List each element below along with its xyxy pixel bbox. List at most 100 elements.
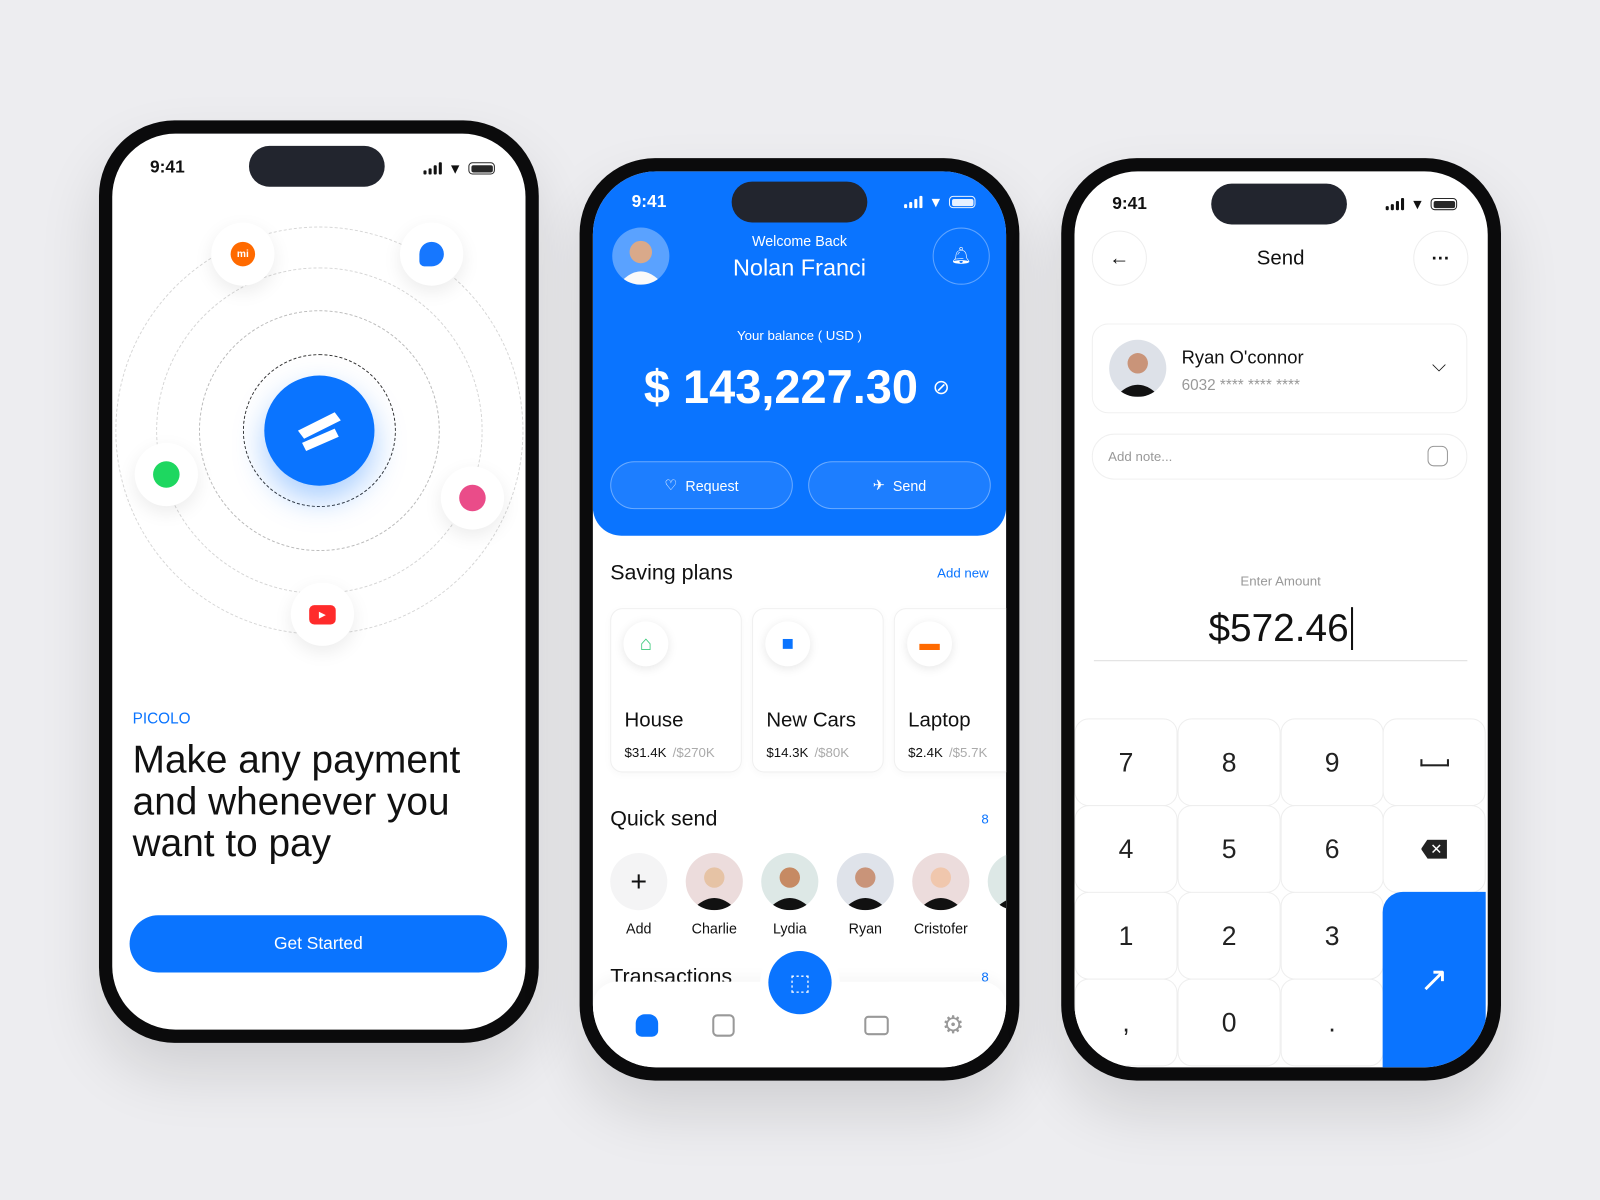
send-button[interactable]: ✈ Send (808, 461, 991, 510)
messenger-icon (399, 222, 464, 286)
nav-stats-icon[interactable] (712, 1014, 735, 1037)
keypad-key[interactable]: 5 (1177, 805, 1281, 893)
saving-plan-card[interactable]: ⌂ House $31.4K /$270K (610, 608, 742, 773)
dynamic-island (1211, 183, 1347, 225)
keypad-key[interactable]: 2 (1177, 891, 1281, 980)
amount-value: $572.46 (1208, 607, 1349, 650)
keypad-key[interactable]: 0 (1177, 978, 1281, 1067)
signal-icon (423, 162, 442, 175)
plan-amount: $2.4K /$5.7K (908, 745, 987, 760)
quick-send-count[interactable]: 8 (981, 811, 988, 826)
note-placeholder: Add note... (1108, 448, 1173, 465)
contact-avatar (761, 853, 819, 911)
add-contact-button[interactable]: + Add (601, 853, 677, 937)
brand-label: PICOLO (132, 710, 191, 728)
keypad-key[interactable]: 3 (1280, 891, 1384, 980)
request-label: Request (685, 477, 739, 494)
nav-settings-gear-icon[interactable]: ⚙ (942, 1011, 964, 1041)
chevron-down-icon: ⌵ (1431, 355, 1446, 376)
balance-amount: $ 143,227.30 (643, 360, 918, 414)
keypad-key[interactable]: 9 (1280, 718, 1384, 807)
quick-send-contact[interactable]: Cristofer (903, 853, 979, 937)
plan-saved: $14.3K (766, 744, 809, 761)
plan-goal: /$80K (814, 744, 850, 761)
amount-underline (1093, 660, 1468, 662)
dynamic-island (731, 181, 868, 223)
nav-home-icon[interactable] (635, 1014, 659, 1037)
keypad-key[interactable]: 7 (1074, 718, 1178, 807)
keypad-key[interactable]: 8 (1177, 718, 1281, 807)
contact-name: Ryan (848, 920, 882, 937)
contact-name: Lydia (772, 920, 807, 937)
send-icon: ✈ (872, 476, 885, 493)
plan-saved: $2.4K (908, 744, 943, 761)
status-icons: ▼ (904, 193, 976, 211)
keypad-key[interactable]: 1 (1074, 891, 1178, 980)
signal-icon (904, 195, 923, 209)
xiaomi-icon: mi (211, 222, 275, 286)
contact-name: Cristofer (913, 920, 968, 937)
plan-name: New Cars (766, 709, 856, 732)
send-label: Send (892, 477, 927, 494)
contact-avatar (685, 853, 743, 911)
battery-icon (1430, 197, 1458, 211)
picolo-logo (264, 375, 375, 486)
keypad-key[interactable]: , (1074, 978, 1178, 1067)
home-phone: 9:41 ▼ Welcome Back Nolan Franci 🔔︎ Your… (579, 158, 1020, 1081)
text-cursor (1350, 607, 1353, 650)
status-icons: ▼ (1385, 195, 1458, 213)
status-icons: ▼ (423, 160, 495, 177)
status-time: 9:41 (631, 191, 667, 212)
contact-avatar (912, 853, 970, 911)
key-backspace[interactable]: ✕ (1382, 805, 1486, 893)
send-confirm-button[interactable]: ↗ (1382, 891, 1486, 1068)
request-button[interactable]: ♡ Request (610, 461, 793, 510)
wifi-icon: ▼ (928, 193, 943, 211)
bell-icon: 🔔︎ (950, 247, 972, 266)
saving-plan-card[interactable]: ▬ Laptop $2.4K /$5.7K (893, 608, 1007, 773)
sticker-icon[interactable] (1427, 445, 1448, 467)
recipient-avatar (1109, 339, 1167, 397)
status-time: 9:41 (1112, 193, 1147, 214)
amount-input[interactable]: $572.46 (1074, 607, 1486, 651)
keypad-key[interactable]: . (1280, 978, 1384, 1067)
keypad-key[interactable]: 4 (1074, 805, 1178, 893)
add-label: Add (626, 920, 652, 937)
quick-send-contact[interactable]: Ta (979, 853, 1007, 937)
quick-send-contact[interactable]: Ryan (828, 853, 904, 937)
quick-send-contact[interactable]: Charlie (677, 853, 753, 937)
scan-button[interactable]: ⬚ (768, 951, 832, 1015)
plan-icon: ▬ (907, 621, 953, 667)
backspace-icon: ✕ (1421, 839, 1448, 859)
contact-name: Ta (979, 920, 1007, 936)
recipient-selector[interactable]: Ryan O'connor 6032 **** **** **** ⌵ (1091, 323, 1468, 414)
spotify-icon (134, 442, 198, 507)
hide-balance-eye-icon[interactable]: ⊘ (933, 374, 950, 400)
notification-button[interactable]: 🔔︎ (932, 227, 990, 285)
quick-send-contact[interactable]: Lydia (752, 853, 828, 937)
dynamic-island (248, 145, 385, 187)
wifi-icon: ▼ (1410, 195, 1425, 213)
quick-send-title: Quick send (610, 807, 718, 831)
plan-amount: $14.3K /$80K (766, 745, 849, 760)
scan-icon: ⬚ (789, 969, 811, 995)
send-screen: 9:41 ▼ ← Send ··· Ryan O'connor 6032 ***… (1074, 171, 1488, 1068)
nav-cards-icon[interactable] (864, 1015, 889, 1036)
home-screen: 9:41 ▼ Welcome Back Nolan Franci 🔔︎ Your… (592, 171, 1007, 1068)
saving-plan-card[interactable]: ■ New Cars $14.3K /$80K (752, 608, 884, 773)
add-new-link[interactable]: Add new (937, 565, 989, 580)
keypad-key[interactable]: 6 (1280, 805, 1384, 893)
more-button[interactable]: ··· (1413, 230, 1469, 286)
recipient-name: Ryan O'connor (1181, 346, 1304, 368)
note-field[interactable]: Add note... (1091, 433, 1468, 480)
battery-icon (948, 195, 976, 209)
more-dots-icon: ··· (1431, 247, 1450, 268)
recipient-card-number: 6032 **** **** **** (1181, 376, 1300, 394)
key-space[interactable] (1382, 718, 1486, 807)
headline: Make any payment and whenever you want t… (132, 738, 461, 866)
request-icon: ♡ (664, 476, 678, 493)
onboarding-screen: 9:41 ▼ mi ▶ PICOLO Make any payment and … (112, 133, 526, 1030)
get-started-button[interactable]: Get Started (129, 915, 508, 973)
plan-icon: ■ (765, 621, 811, 667)
plan-goal: /$270K (672, 744, 715, 761)
